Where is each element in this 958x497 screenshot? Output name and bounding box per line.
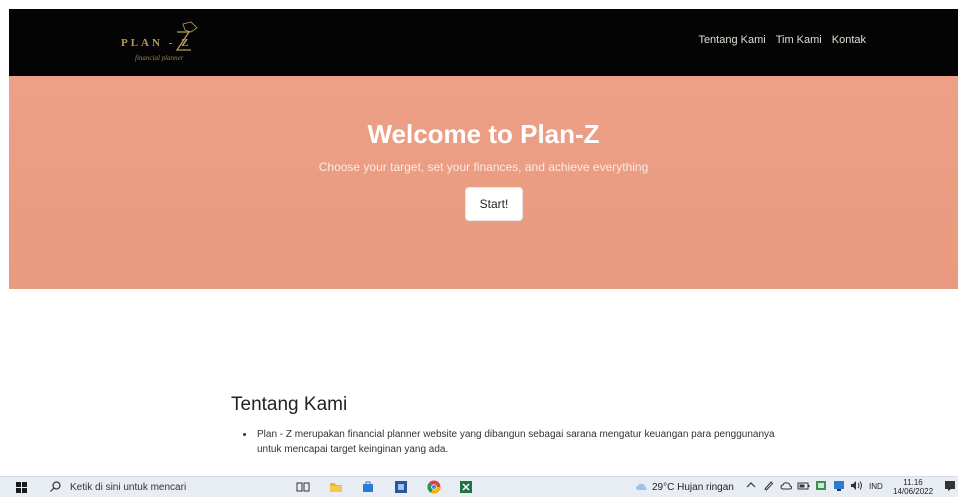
task-view-icon[interactable]	[296, 480, 310, 494]
logo-text: PLAN - Z	[121, 37, 191, 49]
chrome-icon[interactable]	[427, 480, 441, 494]
pen-icon[interactable]	[763, 480, 774, 494]
nav-link-kontak[interactable]: Kontak	[832, 34, 866, 46]
search-icon	[50, 481, 61, 495]
clock-time: 11.16	[903, 478, 923, 487]
taskbar-search-box[interactable]: Ketik di sini untuk mencari	[44, 477, 272, 497]
app-tray-icon[interactable]	[815, 480, 827, 494]
file-explorer-icon[interactable]	[329, 480, 343, 494]
about-list: Plan - Z merupakan financial planner web…	[243, 427, 775, 457]
hero-title: Welcome to Plan-Z	[367, 119, 600, 149]
word-app-icon[interactable]	[394, 480, 408, 494]
volume-icon[interactable]	[850, 480, 863, 494]
excel-app-icon[interactable]	[459, 480, 473, 494]
chevron-up-icon[interactable]	[746, 480, 756, 493]
navbar: PLAN - Z financial planner Tentang Kami …	[9, 9, 958, 76]
start-button[interactable]: Start!	[465, 187, 523, 221]
language-indicator[interactable]: IND	[869, 482, 883, 491]
weather-icon[interactable]	[635, 482, 647, 495]
windows-start-icon[interactable]	[16, 482, 27, 496]
clock-date: 14/06/2022	[893, 487, 934, 496]
battery-icon[interactable]	[797, 480, 810, 494]
taskbar-clock[interactable]: 11.16 14/06/2022	[893, 478, 933, 496]
nav-link-tentang-kami[interactable]: Tentang Kami	[698, 34, 765, 46]
about-section-title: Tentang Kami	[231, 394, 348, 415]
plan-z-logo[interactable]: PLAN - Z financial planner	[121, 20, 231, 66]
search-placeholder: Ketik di sini untuk mencari	[70, 482, 187, 493]
logo-tagline: financial planner	[135, 54, 184, 62]
nav-link-tim-kami[interactable]: Tim Kami	[776, 34, 822, 46]
about-list-item: Plan - Z merupakan financial planner web…	[255, 427, 775, 457]
hero-banner: Welcome to Plan-Z Choose your target, se…	[9, 76, 958, 289]
windows-taskbar: Ketik di sini untuk mencari 29°C Hujan r…	[0, 476, 958, 497]
notification-icon[interactable]	[944, 480, 956, 495]
weather-text[interactable]: 29°C Hujan ringan	[652, 482, 734, 493]
network-icon[interactable]	[833, 480, 845, 494]
hero-subtitle: Choose your target, set your finances, a…	[318, 160, 649, 174]
nav-links: Tentang Kami Tim Kami Kontak	[698, 34, 866, 46]
store-icon[interactable]	[361, 480, 375, 494]
cloud-icon[interactable]	[780, 480, 793, 494]
